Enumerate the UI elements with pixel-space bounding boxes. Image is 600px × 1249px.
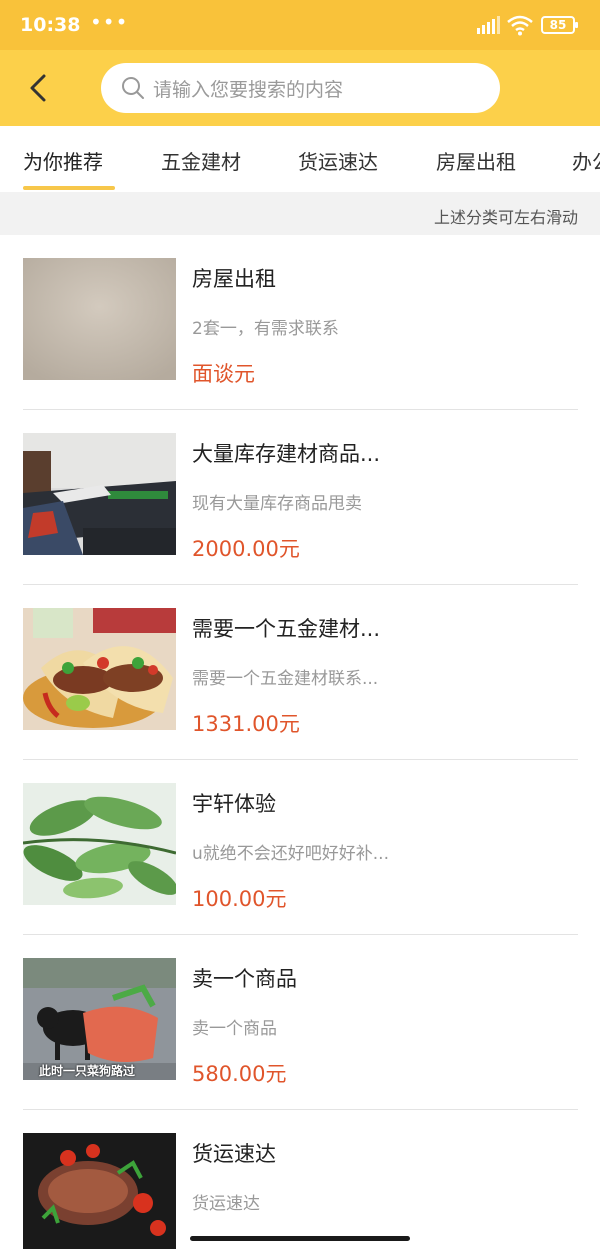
item-description: 2套一，有需求联系 (192, 319, 339, 339)
back-arrow-icon[interactable] (24, 72, 54, 104)
item-description: 现有大量库存商品甩卖 (192, 494, 362, 514)
item-description: 卖一个商品 (192, 1019, 277, 1039)
item-thumbnail (23, 433, 176, 555)
item-price: 1331.00元 (192, 712, 300, 736)
item-description: u就绝不会还好吧好好补... (192, 844, 389, 864)
home-indicator[interactable] (190, 1236, 410, 1241)
active-tab-indicator (23, 186, 115, 190)
item-price: 2000.00元 (192, 537, 300, 561)
item-thumbnail (23, 608, 176, 730)
search-header: 请输入您要搜索的内容 (0, 50, 600, 126)
item-description: 需要一个五金建材联系... (192, 669, 379, 689)
tab-office[interactable]: 办公 (572, 146, 600, 175)
list-item[interactable]: 货运速达 货运速达 (0, 1110, 600, 1249)
battery-icon: 85 (541, 16, 578, 34)
scroll-hint-bar: 上述分类可左右滑动 (0, 192, 600, 235)
item-title: 大量库存建材商品... (192, 442, 381, 466)
tab-freight[interactable]: 货运速达 (298, 146, 378, 175)
item-thumbnail (23, 783, 176, 905)
list-item[interactable]: 此时一只菜狗路过 卖一个商品 卖一个商品 580.00元 (0, 935, 600, 1110)
tab-hardware[interactable]: 五金建材 (161, 146, 241, 175)
status-bar: 10:38 ••• 85 (0, 0, 600, 50)
search-placeholder: 请输入您要搜索的内容 (153, 79, 344, 101)
search-icon (122, 77, 144, 99)
item-price: 580.00元 (192, 1062, 287, 1086)
item-price: 面谈元 (192, 362, 255, 386)
item-price: 100.00元 (192, 887, 287, 911)
item-thumbnail (23, 1133, 176, 1249)
status-time: 10:38 (20, 14, 81, 36)
scroll-hint: 上述分类可左右滑动 (433, 208, 578, 227)
battery-level: 85 (549, 18, 567, 32)
list-item[interactable]: 宇轩体验 u就绝不会还好吧好好补... 100.00元 (0, 760, 600, 935)
item-title: 货运速达 (192, 1142, 276, 1166)
item-title: 卖一个商品 (192, 967, 297, 991)
item-thumbnail: 此时一只菜狗路过 (23, 958, 176, 1080)
notification-dots: ••• (90, 10, 129, 34)
tab-recommended[interactable]: 为你推荐 (23, 146, 103, 175)
category-tabs: 为你推荐 五金建材 货运速达 房屋出租 办公 (0, 126, 600, 192)
thumbnail-caption: 此时一只菜狗路过 (39, 1064, 136, 1078)
search-input[interactable]: 请输入您要搜索的内容 (101, 63, 500, 113)
wifi-icon (507, 15, 533, 36)
item-title: 宇轩体验 (192, 792, 276, 816)
item-title: 房屋出租 (192, 267, 276, 291)
item-title: 需要一个五金建材... (192, 617, 381, 641)
item-thumbnail (23, 258, 176, 380)
list-item[interactable]: 房屋出租 2套一，有需求联系 面谈元 (0, 235, 600, 410)
list-item[interactable]: 大量库存建材商品... 现有大量库存商品甩卖 2000.00元 (0, 410, 600, 585)
item-description: 货运速达 (192, 1194, 260, 1214)
tab-rental[interactable]: 房屋出租 (436, 146, 516, 175)
signal-icon (477, 16, 500, 34)
list-item[interactable]: 需要一个五金建材... 需要一个五金建材联系... 1331.00元 (0, 585, 600, 760)
